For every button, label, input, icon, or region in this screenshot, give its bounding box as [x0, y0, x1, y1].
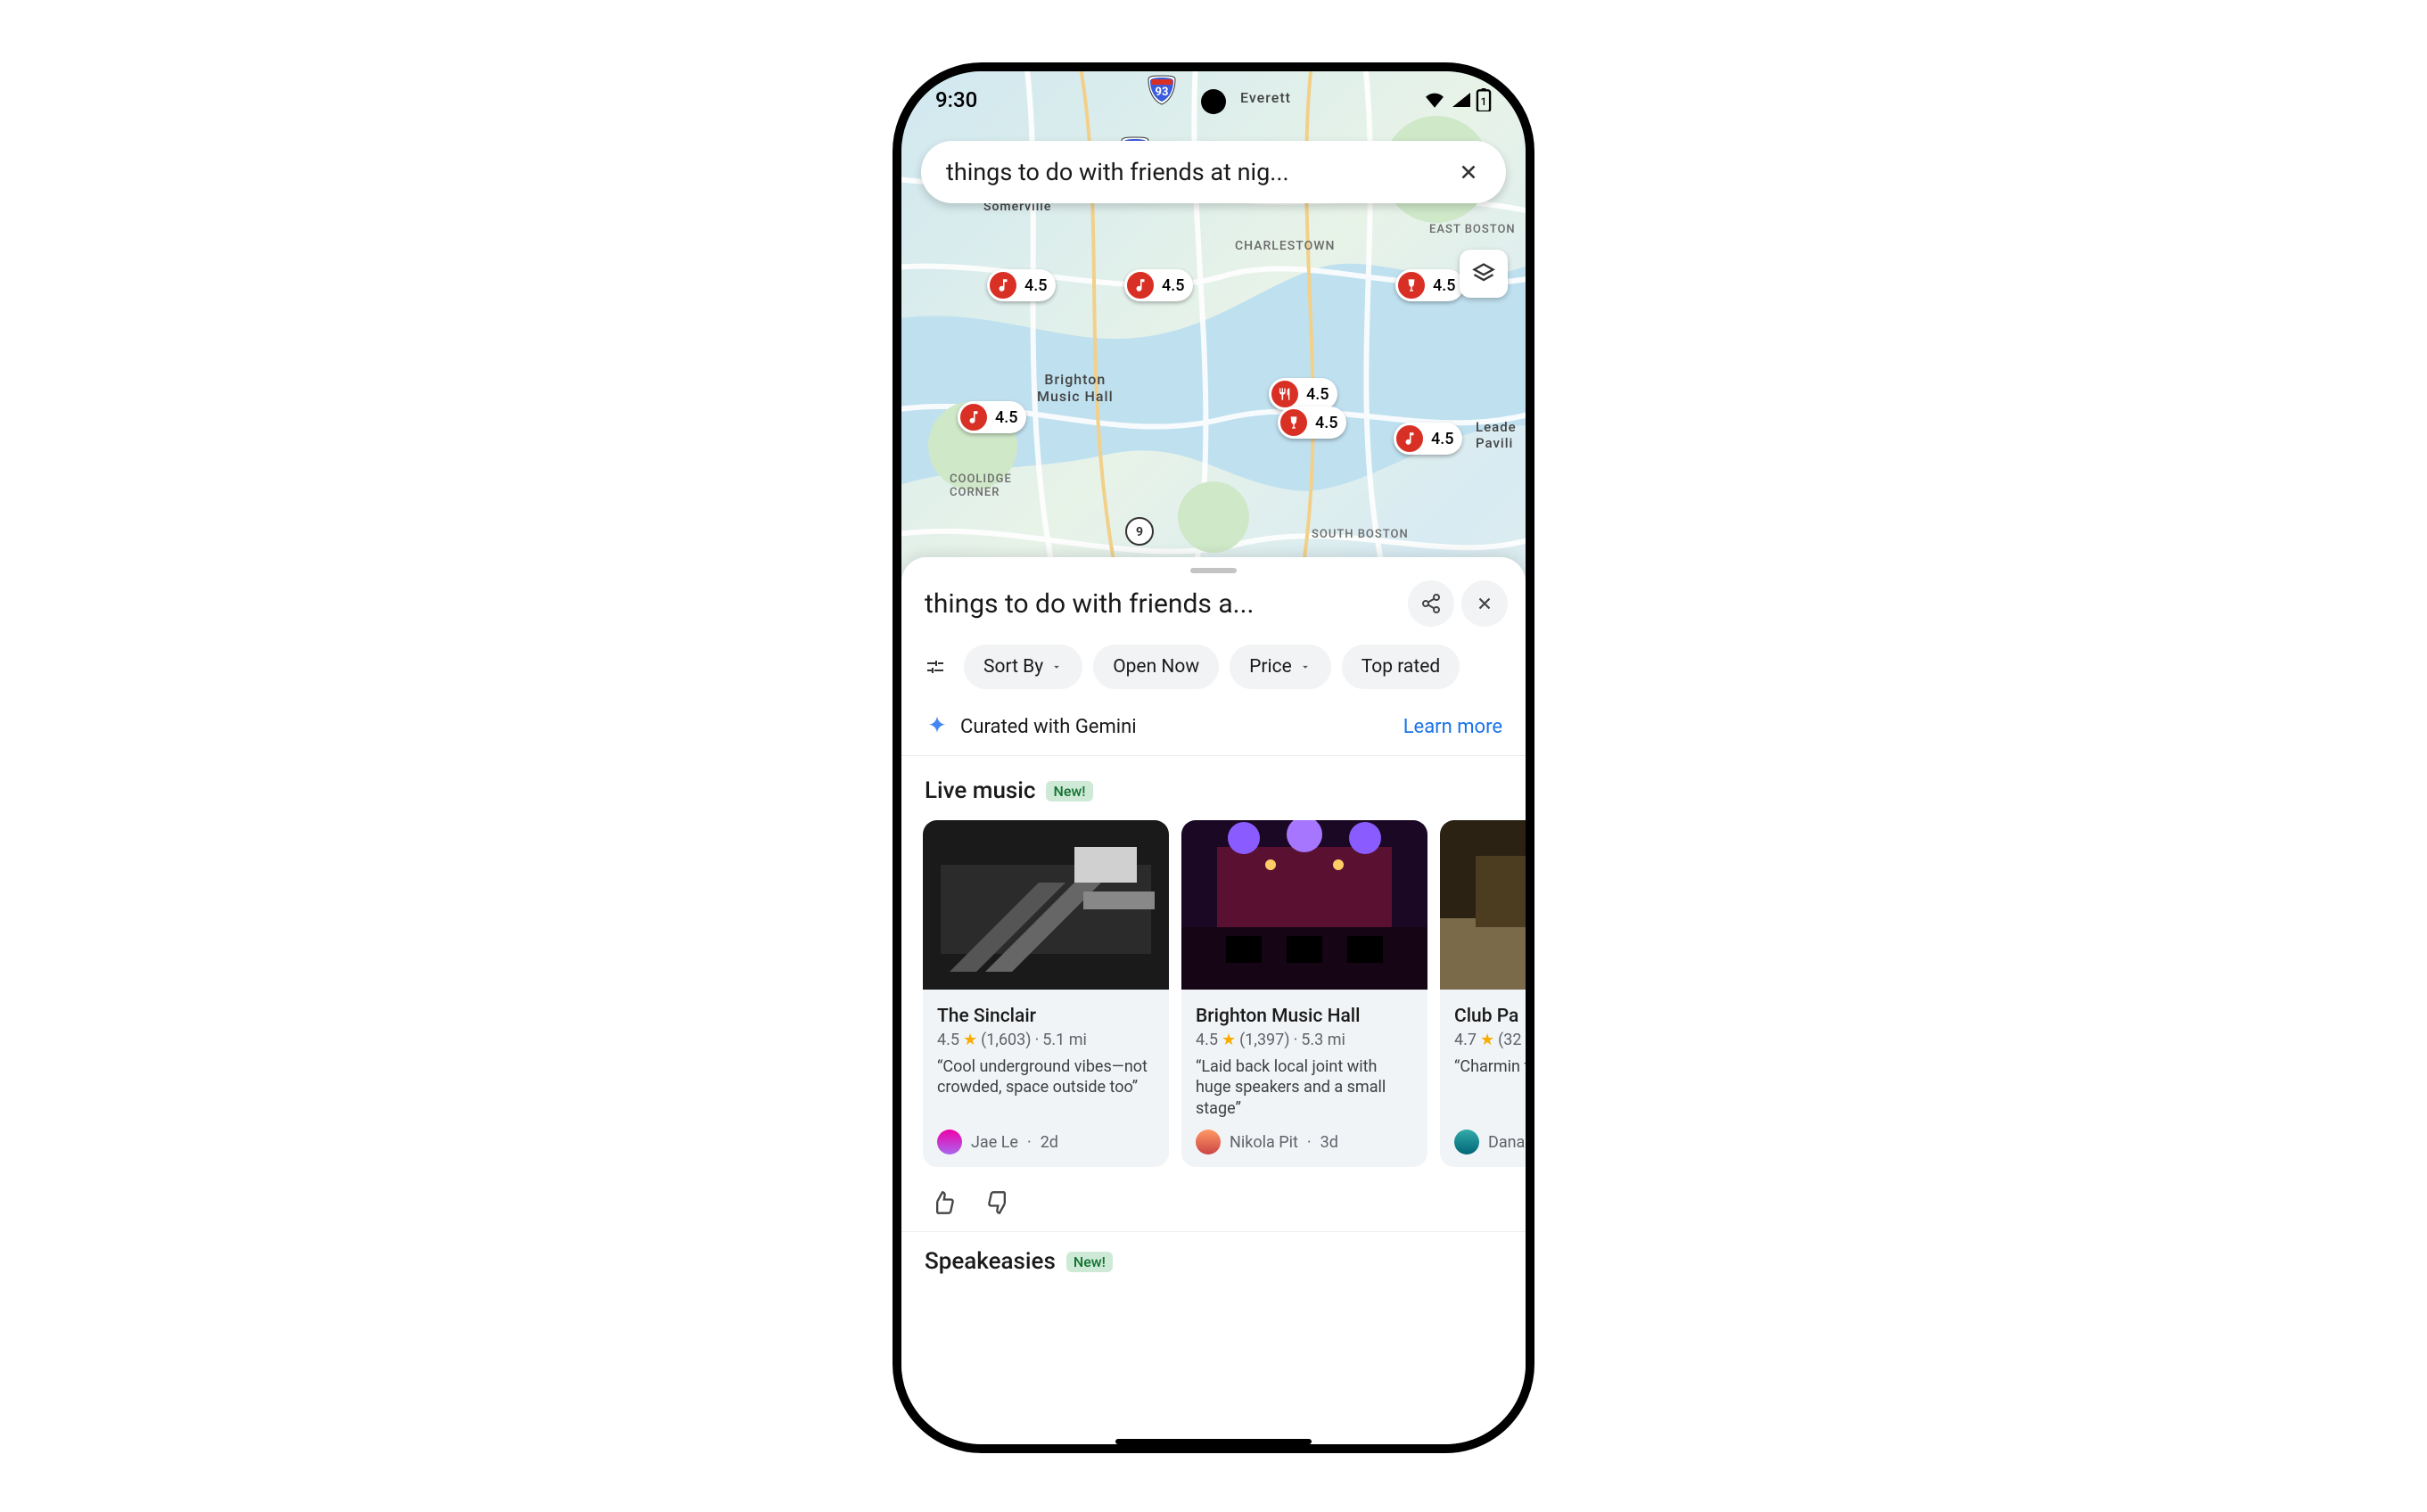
map-pin[interactable]: 4.5	[989, 269, 1056, 301]
thumbs-down-button[interactable]	[983, 1187, 1016, 1219]
filter-tune-button[interactable]	[921, 653, 950, 681]
place-quote: “Charmin the water every sea	[1454, 1056, 1526, 1119]
chip-sort-by[interactable]: Sort By	[964, 645, 1082, 689]
results-sheet[interactable]: things to do with friends a... Sort By	[901, 557, 1526, 1444]
place-author: Nikola Pit·3d	[1196, 1130, 1413, 1155]
chevron-down-icon	[1299, 661, 1312, 673]
place-meta: 4.5 ★ (1,397) · 5.3 mi	[1196, 1031, 1413, 1049]
close-icon	[1475, 594, 1494, 613]
share-button[interactable]	[1408, 580, 1454, 627]
wifi-icon	[1422, 90, 1447, 110]
route-shield-9: 9	[1124, 516, 1155, 546]
star-icon: ★	[1222, 1031, 1236, 1049]
new-badge: New!	[1066, 1252, 1113, 1272]
learn-more-link[interactable]: Learn more	[1403, 716, 1502, 738]
avatar	[1454, 1130, 1479, 1155]
chip-label: Top rated	[1362, 656, 1440, 678]
cell-icon	[1451, 90, 1472, 110]
chip-top-rated[interactable]: Top rated	[1342, 645, 1460, 689]
svg-text:9: 9	[1136, 525, 1143, 539]
place-author: Dana	[1454, 1130, 1526, 1155]
chip-label: Open Now	[1113, 656, 1199, 678]
place-meta: 4.5 ★ (1,603) · 5.1 mi	[937, 1031, 1155, 1049]
home-indicator[interactable]	[1115, 1439, 1312, 1444]
place-cards-row[interactable]: The Sinclair 4.5 ★ (1,603) · 5.1 mi “Coo…	[901, 817, 1526, 1171]
thumbs-down-icon	[987, 1190, 1012, 1215]
chip-open-now[interactable]: Open Now	[1093, 645, 1219, 689]
place-card[interactable]: Brighton Music Hall 4.5 ★ (1,397) · 5.3 …	[1181, 820, 1427, 1167]
thumbs-up-button[interactable]	[926, 1187, 958, 1219]
avatar	[1196, 1130, 1221, 1155]
chip-label: Sort By	[983, 656, 1043, 678]
section-title-speakeasies: Speakeasies	[925, 1248, 1056, 1275]
star-icon: ★	[963, 1031, 977, 1049]
status-time: 9:30	[935, 87, 977, 112]
chip-price[interactable]: Price	[1230, 645, 1331, 689]
avatar	[937, 1130, 962, 1155]
sheet-title: things to do with friends a...	[925, 588, 1401, 620]
sheet-handle[interactable]	[1190, 568, 1237, 573]
place-quote: “Cool underground vibes—not crowded, spa…	[937, 1056, 1155, 1119]
map-pin[interactable]: 4.5	[959, 401, 1026, 433]
place-meta: 4.7 ★ (32	[1454, 1031, 1526, 1049]
filter-chips: Sort By Open Now Price Top rated	[901, 639, 1526, 702]
map-pin[interactable]: 4.5	[1279, 407, 1346, 439]
chevron-down-icon	[1050, 661, 1063, 673]
thumbs-up-icon	[930, 1190, 955, 1215]
map-pin[interactable]: 4.5	[1395, 423, 1462, 455]
place-card[interactable]: The Sinclair 4.5 ★ (1,603) · 5.1 mi “Coo…	[923, 820, 1169, 1167]
svg-text:1: 1	[1481, 95, 1487, 108]
tune-icon	[925, 656, 946, 678]
phone-frame: 93 93 9 Everett Somerville CHARLESTOWN E…	[893, 62, 1534, 1453]
section-title-live-music: Live music	[925, 777, 1035, 804]
layers-button[interactable]	[1460, 250, 1508, 298]
battery-icon: 1	[1476, 88, 1492, 111]
map-pin[interactable]: 4.5	[1271, 378, 1337, 410]
place-author: Jae Le·2d	[937, 1130, 1155, 1155]
place-name: Brighton Music Hall	[1196, 1006, 1413, 1027]
map-pin[interactable]: 4.5	[1397, 269, 1464, 301]
camera-hole	[1201, 89, 1226, 114]
place-thumbnail	[1181, 820, 1427, 990]
star-icon: ★	[1480, 1031, 1494, 1049]
place-name: Club Pa	[1454, 1006, 1526, 1027]
close-sheet-button[interactable]	[1461, 580, 1508, 627]
share-icon	[1420, 593, 1442, 614]
search-bar[interactable]: things to do with friends at nig...	[921, 141, 1506, 203]
place-thumbnail	[923, 820, 1169, 990]
search-query: things to do with friends at nig...	[946, 158, 1438, 186]
chip-label: Price	[1249, 656, 1292, 678]
map-pin[interactable]: 4.5	[1126, 269, 1193, 301]
layers-icon	[1471, 261, 1496, 286]
gemini-label: Curated with Gemini	[960, 716, 1393, 738]
close-icon	[1457, 160, 1480, 184]
gemini-spark-icon	[925, 714, 950, 739]
place-thumbnail	[1440, 820, 1526, 990]
new-badge: New!	[1046, 781, 1092, 801]
clear-search-button[interactable]	[1449, 152, 1488, 192]
place-card[interactable]: Club Pa 4.7 ★ (32 “Charmin the water eve…	[1440, 820, 1526, 1167]
place-name: The Sinclair	[937, 1006, 1155, 1027]
place-quote: “Laid back local joint with huge speaker…	[1196, 1056, 1413, 1119]
